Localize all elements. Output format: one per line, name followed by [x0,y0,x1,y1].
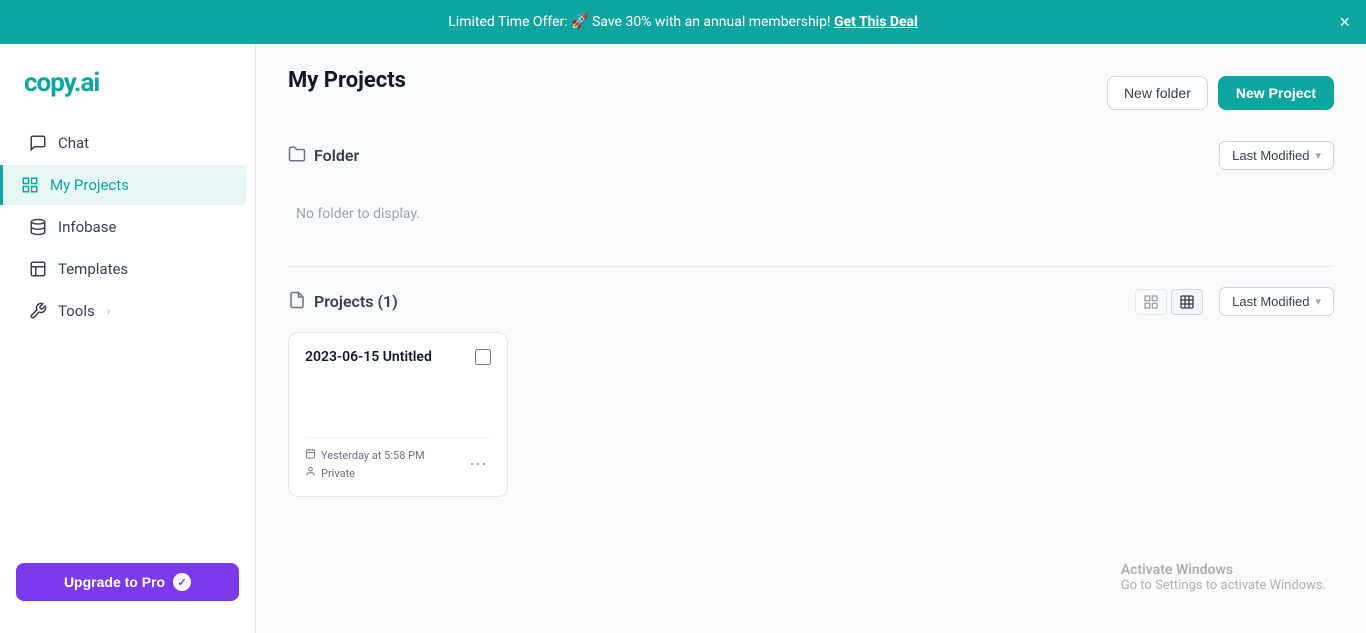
upgrade-label: Upgrade to Pro [64,574,165,590]
tools-icon [28,301,48,321]
my-projects-icon [20,175,40,195]
project-card[interactable]: 2023-06-15 Untitled Yesterday at 5:58 PM [288,332,508,497]
folder-section-title: Folder [288,145,359,167]
app-layout: copy.ai Chat My Projects Infobase Templa [0,44,1366,633]
folder-sort-label: Last Modified [1232,148,1309,163]
upgrade-check-icon: ✓ [173,573,191,591]
list-view-button[interactable] [1135,289,1167,315]
folder-title: Folder [314,146,359,165]
projects-icon [288,291,306,313]
project-visibility: Private [305,466,425,480]
promo-banner: Limited Time Offer: 🚀 Save 30% with an a… [0,0,1366,44]
banner-close-button[interactable]: × [1339,13,1350,31]
project-meta: Yesterday at 5:58 PM Private [305,448,425,480]
projects-controls: Last Modified ▾ [1135,287,1334,316]
logo-part2: .ai [74,68,99,98]
projects-grid: 2023-06-15 Untitled Yesterday at 5:58 PM [288,332,1334,497]
user-icon [305,466,316,480]
chat-label: Chat [58,134,89,152]
folder-section-header: Folder Last Modified ▾ [288,141,1334,170]
project-visibility-text: Private [321,467,355,480]
project-checkbox[interactable] [475,349,491,365]
projects-title: Projects (1) [314,292,398,311]
project-card-body [305,377,491,425]
sidebar-bottom: Upgrade to Pro ✓ [0,547,255,617]
projects-sort-label: Last Modified [1232,294,1309,309]
project-card-footer: Yesterday at 5:58 PM Private ⋯ [305,437,491,480]
view-toggle [1135,289,1203,315]
logo-part1: copy [24,68,74,98]
folder-sort-dropdown[interactable]: Last Modified ▾ [1219,141,1334,170]
banner-cta[interactable]: Get This Deal [834,14,918,30]
chat-icon [28,133,48,153]
projects-sort-chevron-icon: ▾ [1315,295,1321,308]
folder-empty-state: No folder to display. [288,182,1334,246]
templates-icon [28,259,48,279]
templates-label: Templates [58,260,128,278]
projects-section-title: Projects (1) [288,291,398,313]
tools-chevron-icon: › [107,304,111,318]
banner-text: Limited Time Offer: 🚀 Save 30% with an a… [448,14,830,30]
infobase-label: Infobase [58,218,116,236]
sidebar-item-infobase[interactable]: Infobase [8,207,247,247]
sidebar-item-my-projects[interactable]: My Projects [0,165,247,205]
grid-view-button[interactable] [1171,289,1203,315]
new-project-button[interactable]: New Project [1218,76,1334,110]
projects-section-header: Projects (1) Last Modified ▾ [288,287,1334,316]
my-projects-label: My Projects [50,176,129,194]
sidebar-item-tools[interactable]: Tools › [8,291,247,331]
section-divider [288,266,1334,267]
logo: copy.ai [0,60,255,122]
sidebar: copy.ai Chat My Projects Infobase Templa [0,44,256,633]
project-card-header: 2023-06-15 Untitled [305,349,491,365]
main-content: My Projects New folder New Project Folde… [256,44,1366,633]
folder-empty-text: No folder to display. [296,206,420,222]
projects-sort-dropdown[interactable]: Last Modified ▾ [1219,287,1334,316]
project-modified: Yesterday at 5:58 PM [305,448,425,462]
new-folder-button[interactable]: New folder [1107,76,1208,110]
page-header: My Projects New folder New Project [288,68,1334,117]
folder-icon [288,145,306,167]
project-name: 2023-06-15 Untitled [305,349,432,365]
project-modified-text: Yesterday at 5:58 PM [321,449,425,462]
tools-label: Tools [58,302,95,320]
header-actions: New folder New Project [1107,76,1334,110]
page-title: My Projects [288,68,406,93]
folder-sort-chevron-icon: ▾ [1315,149,1321,162]
project-more-button[interactable]: ⋯ [465,452,491,477]
infobase-icon [28,217,48,237]
sidebar-item-chat[interactable]: Chat [8,123,247,163]
upgrade-to-pro-button[interactable]: Upgrade to Pro ✓ [16,563,239,601]
sidebar-item-templates[interactable]: Templates [8,249,247,289]
calendar-icon [305,448,316,462]
